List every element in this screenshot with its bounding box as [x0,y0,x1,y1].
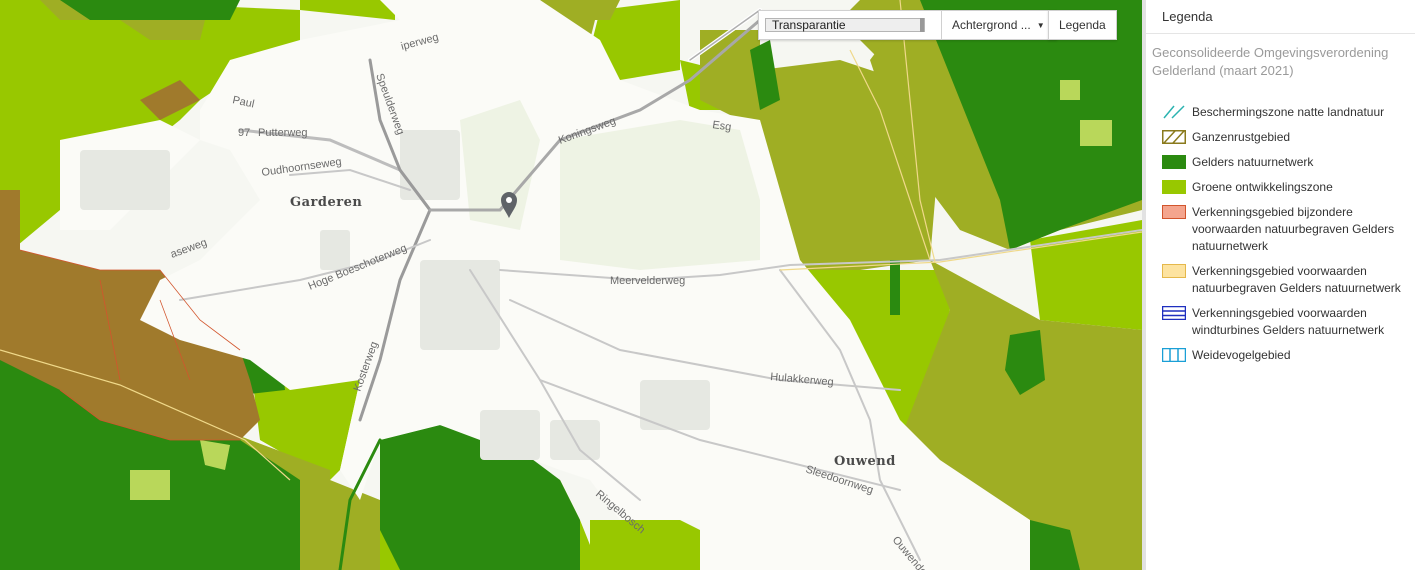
transparency-label: Transparantie [772,18,846,32]
road-label-meervelderweg: Meervelderweg [610,275,685,287]
legend-subtitle: Geconsolideerde Omgevingsverordening Gel… [1152,45,1389,78]
legend-item-label: Weidevogelgebied [1192,348,1291,362]
solid-outline-swatch-icon [1162,205,1186,219]
legend-item-label: Beschermingszone natte landnatuur [1192,105,1385,119]
place-label-ouwend: Ouwend [834,454,896,469]
horizontal-lines-icon [1162,306,1186,320]
legend-item-ganzenrustgebied: Ganzenrustgebied [1162,129,1415,146]
legend-item-label: Verkenningsgebied bijzondere voorwaarden… [1192,205,1395,253]
road-label-putterweg: Putterweg [258,127,308,139]
solid-swatch-icon [1162,155,1186,169]
road-label-97: 97 [238,127,250,139]
legend-item-label: Ganzenrustgebied [1192,130,1291,144]
legend-list: Beschermingszone natte landnatuur Ganzen… [1146,92,1415,364]
map-toolbar: Transparantie Achtergrond ... ▼ [758,10,1057,40]
background-dropdown-label: Achtergrond ... [952,18,1031,32]
legend-item-groene-ontwikkelingszone: Groene ontwikkelingszone [1162,179,1415,196]
solid-outline-swatch-icon [1162,264,1186,278]
legend-panel: Legenda Geconsolideerde Omgevingsverorde… [1142,0,1415,570]
legend-item-weidevogelgebied: Weidevogelgebied [1162,347,1415,364]
map-canvas[interactable]: Paul 97 Putterweg Oudhoornseweg Speulder… [0,0,1142,570]
transparency-slider-handle[interactable] [920,18,924,32]
legend-item-verkenningsgebied-natuurbegraven: Verkenningsgebied voorwaarden natuurbegr… [1162,263,1415,297]
transparency-slider[interactable]: Transparantie [765,18,925,32]
legend-item-label: Gelders natuurnetwerk [1192,155,1314,169]
transparency-control[interactable]: Transparantie [759,11,942,39]
place-label-garderen: Garderen [290,195,362,210]
legend-title: Legenda [1162,9,1213,24]
legend-item-verkenningsgebied-bijzondere: Verkenningsgebied bijzondere voorwaarden… [1162,204,1415,255]
legend-item-beschermingszone: Beschermingszone natte landnatuur [1162,104,1415,121]
background-dropdown-button[interactable]: Achtergrond ... ▼ [942,11,1056,39]
legend-item-label: Verkenningsgebied voorwaarden natuurbegr… [1192,264,1401,295]
legend-toggle-button[interactable]: Legenda [1048,10,1117,40]
legend-item-label: Verkenningsgebied voorwaarden windturbin… [1192,306,1385,337]
legend-item-gelders-natuurnetwerk: Gelders natuurnetwerk [1162,154,1415,171]
legend-item-label: Groene ontwikkelingszone [1192,180,1333,194]
solid-swatch-icon [1162,180,1186,194]
diagonal-lines-icon [1163,105,1185,119]
caret-down-icon: ▼ [1036,20,1045,30]
vertical-lines-icon [1162,348,1186,362]
hatched-swatch-icon [1162,130,1186,144]
legend-item-verkenningsgebied-windturbines: Verkenningsgebied voorwaarden windturbin… [1162,305,1415,339]
map-view[interactable]: Paul 97 Putterweg Oudhoornseweg Speulder… [0,0,1142,570]
